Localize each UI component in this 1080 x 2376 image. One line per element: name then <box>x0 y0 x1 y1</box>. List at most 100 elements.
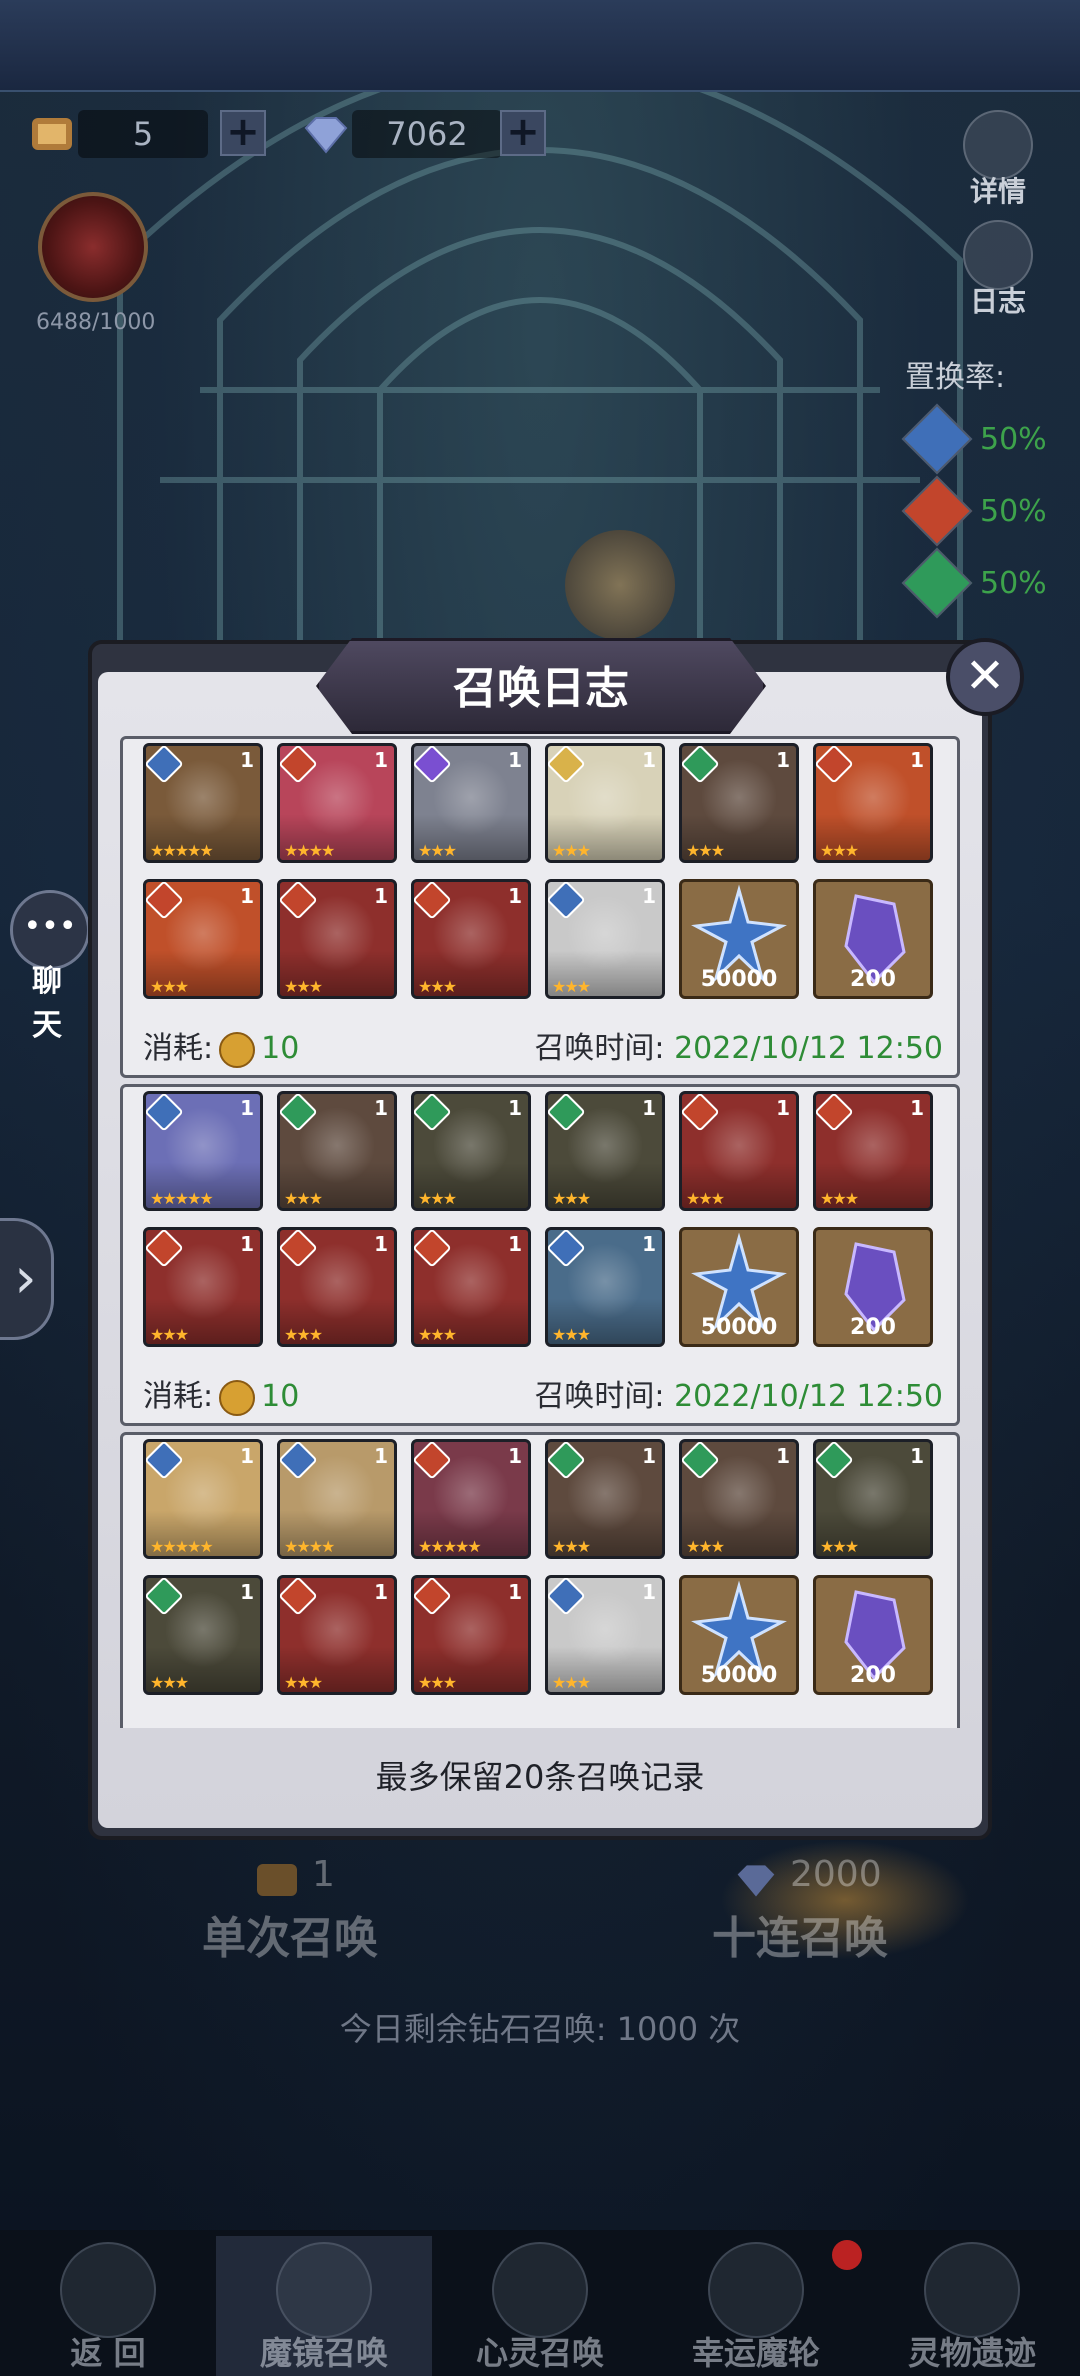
details-label: 详情 <box>969 175 1026 208</box>
hero-count: 1 <box>240 1232 254 1256</box>
hero-card[interactable]: 1 ★★★ <box>545 1575 665 1695</box>
summon-record: 1 ★★★★★ 1 ★★★★ 1 ★★★ 1 ★★★ 1 ★★★ 1 ★★★ 1 ★★★ 1 ★★★ 1 ★★★ 1… <box>120 736 960 1078</box>
exchange-rate-title: 置换率: <box>905 360 1006 395</box>
time-value: 2022/10/12 12:50 <box>674 1379 943 1414</box>
hero-count: 1 <box>374 884 388 908</box>
item-quantity: 50000 <box>700 967 778 992</box>
cost-value: 10 <box>261 1031 300 1066</box>
hero-card[interactable]: 1 ★★★ <box>411 1091 531 1211</box>
hero-card[interactable]: 1 ★★★★ <box>277 1439 397 1559</box>
hero-card[interactable]: 1 ★★★ <box>545 1091 665 1211</box>
nav-relic[interactable]: 灵物遗迹 <box>864 2236 1080 2376</box>
hero-card[interactable]: 1 ★★★ <box>143 1575 263 1695</box>
hero-card[interactable]: 1 ★★★★★ <box>143 1091 263 1211</box>
hero-count: 1 <box>910 1444 924 1468</box>
item-quantity: 50000 <box>700 1663 778 1688</box>
hero-card[interactable]: 1 ★★★ <box>545 1439 665 1559</box>
cost-line: 消耗: 10 <box>143 1371 299 1416</box>
hero-card[interactable]: 1 ★★★ <box>277 879 397 999</box>
crystal-item-card[interactable]: 200 <box>813 1575 933 1695</box>
chat-button[interactable]: ••• 聊 天 <box>8 890 92 1044</box>
diamond-icon <box>737 1865 775 1897</box>
hero-card[interactable]: 1 ★★★ <box>143 879 263 999</box>
single-summon-button[interactable]: 单次召唤 <box>160 1900 420 1978</box>
hero-card[interactable]: 1 ★★★ <box>679 743 799 863</box>
hero-card[interactable]: 1 ★★★ <box>813 1439 933 1559</box>
hero-card[interactable]: 1 ★★★ <box>277 1227 397 1347</box>
star-rating: ★★★ <box>686 1189 725 1208</box>
hero-card[interactable]: 1 ★★★ <box>545 879 665 999</box>
item-quantity: 200 <box>850 967 896 992</box>
crystal-item-card[interactable]: 200 <box>813 1227 933 1347</box>
ten-summon-button[interactable]: 十连召唤 <box>670 1900 930 1978</box>
star-rating: ★★★ <box>150 1325 189 1344</box>
rate-row-water: 50% <box>901 403 1047 475</box>
hero-card[interactable]: 1 ★★★ <box>277 1575 397 1695</box>
star-rating: ★★★★★ <box>150 1537 214 1556</box>
records-scroll-list[interactable]: 1 ★★★★★ 1 ★★★★ 1 ★★★ 1 ★★★ 1 ★★★ 1 ★★★ 1 ★★★ 1 ★★★ 1 ★★★ 1… <box>120 736 960 1728</box>
star-rating: ★★★ <box>552 1189 591 1208</box>
hero-count: 1 <box>776 1444 790 1468</box>
star-rating: ★★★ <box>284 1325 323 1344</box>
hero-card[interactable]: 1 ★★★ <box>679 1091 799 1211</box>
star-rating: ★★★ <box>552 1325 591 1344</box>
star-rating: ★★★★★ <box>418 1537 482 1556</box>
hero-count: 1 <box>776 748 790 772</box>
scroll-icon <box>32 118 72 150</box>
add-scroll-button[interactable]: + <box>220 110 266 156</box>
time-line: 召唤时间: 2022/10/12 12:50 <box>534 1023 943 1067</box>
record-limit-note: 最多保留20条召唤记录 <box>375 1758 705 1796</box>
hero-count: 1 <box>642 1096 656 1120</box>
hero-card[interactable]: 1 ★★★ <box>813 743 933 863</box>
star-rating: ★★★ <box>284 1673 323 1692</box>
hero-card[interactable]: 1 ★★★★★ <box>411 1439 531 1559</box>
summon-book-button[interactable] <box>38 192 148 302</box>
hero-card[interactable]: 1 ★★★ <box>545 743 665 863</box>
time-label: 召唤时间: <box>534 1031 675 1066</box>
star-rating: ★★★★★ <box>150 841 214 860</box>
cost-line: 消耗: 10 <box>143 1023 299 1068</box>
star-rating: ★★★ <box>686 841 725 860</box>
nav-soul[interactable]: 心灵召唤 <box>432 2236 648 2376</box>
hero-card[interactable]: 1 ★★★★★ <box>143 743 263 863</box>
exp-item-card[interactable]: 50000 <box>679 879 799 999</box>
back-icon <box>60 2242 156 2338</box>
cost-value: 10 <box>261 1379 300 1414</box>
water-gem-icon <box>901 403 973 475</box>
star-rating: ★★★ <box>418 1325 457 1344</box>
details-button[interactable]: 详情 <box>958 110 1038 210</box>
nav-label: 魔镜召唤 <box>259 2334 388 2372</box>
close-button[interactable]: ✕ <box>946 638 1024 716</box>
mirror-icon <box>276 2242 372 2338</box>
hero-card[interactable]: 1 ★★★ <box>277 1091 397 1211</box>
log-button[interactable]: 日志 <box>958 220 1038 320</box>
hero-card[interactable]: 1 ★★★ <box>411 743 531 863</box>
hero-count: 1 <box>374 1444 388 1468</box>
remaining-summons-text: 今日剩余钻石召唤: 1000 次 <box>339 2010 741 2048</box>
hero-card[interactable]: 1 ★★★ <box>679 1439 799 1559</box>
hero-count: 1 <box>910 1096 924 1120</box>
nav-mirror[interactable]: 魔镜召唤 <box>216 2236 432 2376</box>
crystal-item-card[interactable]: 200 <box>813 879 933 999</box>
exp-item-card[interactable]: 50000 <box>679 1575 799 1695</box>
star-rating: ★★★ <box>418 1673 457 1692</box>
hero-count: 1 <box>240 1580 254 1604</box>
hero-card[interactable]: 1 ★★★ <box>411 1575 531 1695</box>
star-rating: ★★★★ <box>284 841 335 860</box>
star-rating: ★★★ <box>552 977 591 996</box>
hero-card[interactable]: 1 ★★★ <box>813 1091 933 1211</box>
add-diamond-button[interactable]: + <box>500 110 546 156</box>
star-rating: ★★★★★ <box>150 1189 214 1208</box>
star-rating: ★★★ <box>418 1189 457 1208</box>
hero-card[interactable]: 1 ★★★★★ <box>143 1439 263 1559</box>
nav-back[interactable]: 返 回 <box>0 2236 216 2376</box>
hero-card[interactable]: 1 ★★★ <box>411 1227 531 1347</box>
hero-card[interactable]: 1 ★★★ <box>143 1227 263 1347</box>
hero-card[interactable]: 1 ★★★★ <box>277 743 397 863</box>
scroll-count: 5 <box>78 110 208 158</box>
hero-count: 1 <box>374 1580 388 1604</box>
hero-card[interactable]: 1 ★★★ <box>411 879 531 999</box>
expand-arrow-button[interactable]: › <box>0 1218 54 1340</box>
hero-card[interactable]: 1 ★★★ <box>545 1227 665 1347</box>
exp-item-card[interactable]: 50000 <box>679 1227 799 1347</box>
